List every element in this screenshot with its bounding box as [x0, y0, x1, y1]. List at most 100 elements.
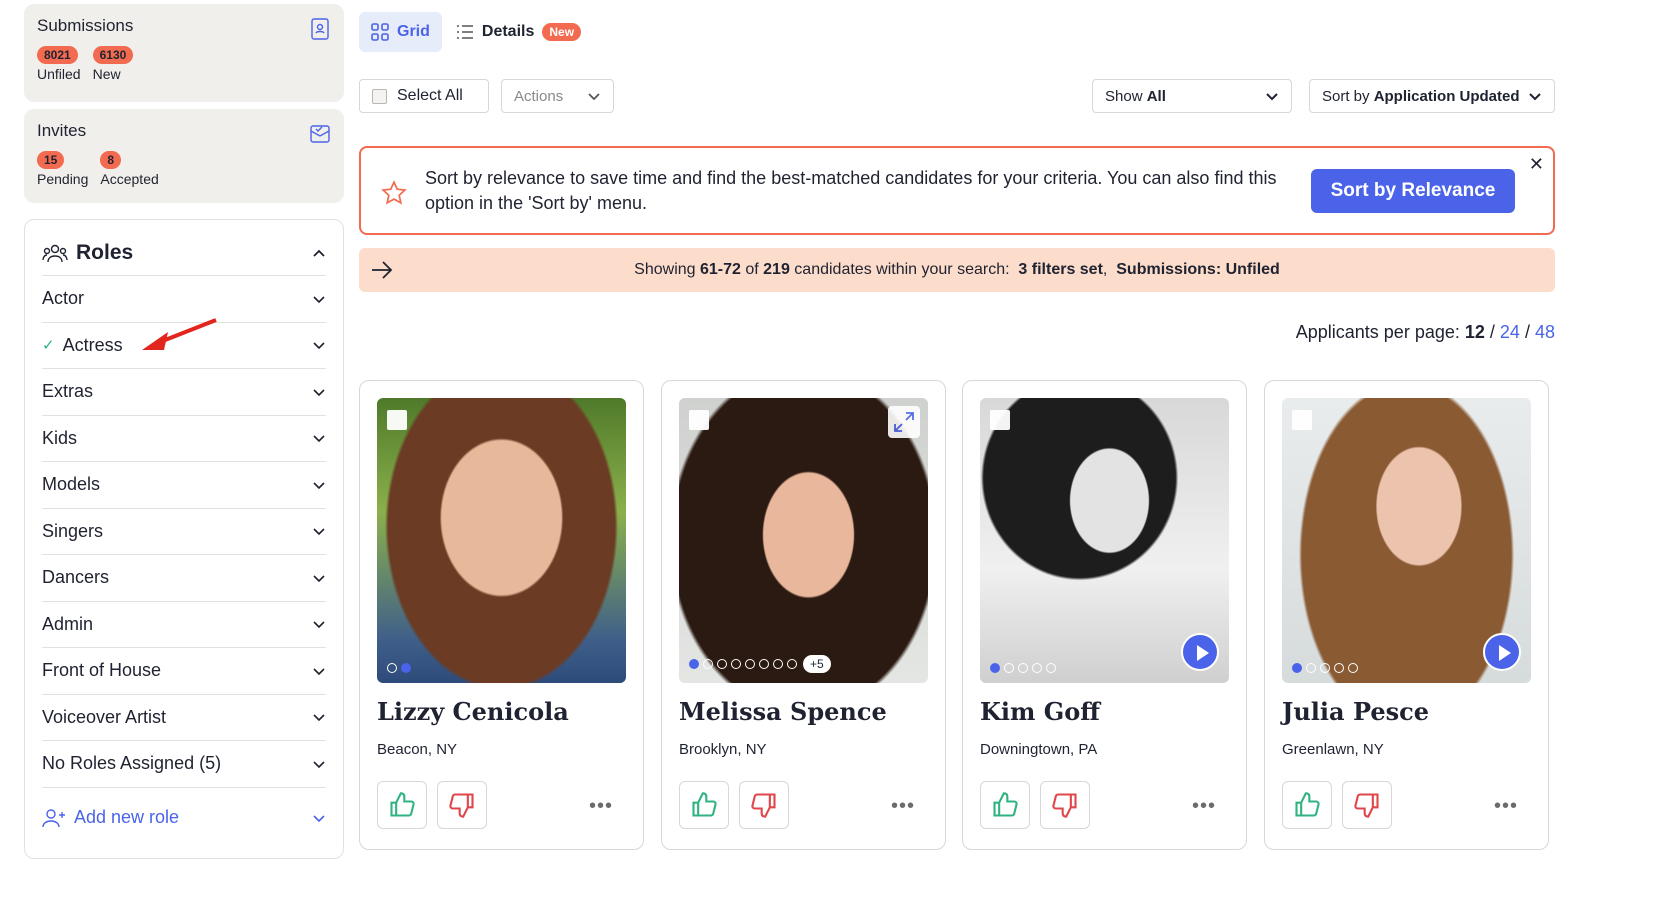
chevron-down-icon[interactable]: [312, 478, 326, 492]
expand-icon[interactable]: [888, 406, 920, 438]
thumbs-down-button[interactable]: [437, 781, 487, 829]
thumbs-up-button[interactable]: [1282, 781, 1332, 829]
sidebar-item-role[interactable]: Models: [42, 462, 326, 509]
candidate-card[interactable]: +5 Melissa Spence Brooklyn, NY •••: [661, 380, 946, 850]
unfiled-stat[interactable]: 8021 Unfiled: [37, 46, 81, 82]
chevron-down-icon[interactable]: [312, 338, 326, 352]
photo-carousel-dots[interactable]: [387, 663, 411, 673]
more-photos-badge[interactable]: +5: [803, 655, 831, 673]
carousel-dot[interactable]: [1292, 663, 1302, 673]
chevron-down-icon[interactable]: [312, 524, 326, 538]
more-options-icon[interactable]: •••: [891, 795, 915, 818]
role-label: Kids: [42, 427, 78, 448]
carousel-dot[interactable]: [745, 659, 755, 669]
sidebar-item-role[interactable]: Singers: [42, 509, 326, 555]
carousel-dot[interactable]: [731, 659, 741, 669]
carousel-dot[interactable]: [387, 663, 397, 673]
carousel-dot[interactable]: [1032, 663, 1042, 673]
carousel-dot[interactable]: [1046, 663, 1056, 673]
carousel-dot[interactable]: [1334, 663, 1344, 673]
photo-carousel-dots[interactable]: +5: [689, 655, 831, 673]
candidate-photo[interactable]: +5: [679, 398, 928, 683]
card-select-checkbox[interactable]: [387, 410, 407, 430]
carousel-dot[interactable]: [1018, 663, 1028, 673]
candidate-name[interactable]: Kim Goff: [980, 697, 1100, 726]
carousel-dot[interactable]: [1306, 663, 1316, 673]
per-page-option-24[interactable]: 24: [1500, 322, 1520, 342]
add-new-role-button[interactable]: Add new role: [42, 788, 326, 848]
actions-label: Actions: [514, 87, 564, 105]
play-video-icon[interactable]: [1181, 633, 1219, 671]
card-select-checkbox[interactable]: [1292, 410, 1312, 430]
pending-stat[interactable]: 15 Pending: [37, 151, 88, 187]
show-filter-dropdown[interactable]: Show All: [1092, 79, 1292, 113]
more-options-icon[interactable]: •••: [589, 795, 613, 818]
card-select-checkbox[interactable]: [990, 410, 1010, 430]
select-all-box[interactable]: [372, 88, 387, 104]
chevron-down-icon[interactable]: [312, 757, 326, 771]
candidate-name[interactable]: Lizzy Cenicola: [377, 697, 569, 726]
chevron-down-icon[interactable]: [312, 710, 326, 724]
candidate-photo[interactable]: [980, 398, 1229, 683]
thumbs-up-button[interactable]: [980, 781, 1030, 829]
close-icon[interactable]: ✕: [1529, 154, 1544, 175]
tab-details[interactable]: Details New: [456, 12, 582, 52]
chevron-down-icon[interactable]: [312, 617, 326, 631]
carousel-dot[interactable]: [759, 659, 769, 669]
accepted-stat[interactable]: 8 Accepted: [100, 151, 159, 187]
candidate-card[interactable]: Lizzy Cenicola Beacon, NY •••: [359, 380, 644, 850]
photo-carousel-dots[interactable]: [990, 663, 1056, 673]
per-page-option-48[interactable]: 48: [1535, 322, 1555, 342]
candidate-name[interactable]: Melissa Spence: [679, 697, 887, 726]
sidebar-item-role[interactable]: Kids: [42, 416, 326, 462]
invites-card[interactable]: Invites 15 Pending 8 Accepted: [24, 109, 344, 203]
thumbs-up-button[interactable]: [377, 781, 427, 829]
carousel-dot[interactable]: [990, 663, 1000, 673]
sort-dropdown[interactable]: Sort by Application Updated: [1309, 79, 1555, 113]
candidate-card[interactable]: Kim Goff Downingtown, PA •••: [962, 380, 1247, 850]
roles-header[interactable]: Roles: [42, 230, 326, 276]
carousel-dot[interactable]: [1004, 663, 1014, 673]
photo-carousel-dots[interactable]: [1292, 663, 1358, 673]
sidebar-item-role[interactable]: Front of House: [42, 648, 326, 695]
carousel-dot[interactable]: [717, 659, 727, 669]
thumbs-up-button[interactable]: [679, 781, 729, 829]
sidebar-item-role[interactable]: No Roles Assigned (5): [42, 741, 326, 788]
sidebar-item-role[interactable]: Voiceover Artist: [42, 695, 326, 741]
thumbs-down-button[interactable]: [1040, 781, 1090, 829]
play-video-icon[interactable]: [1483, 633, 1521, 671]
sidebar-item-role[interactable]: Dancers: [42, 555, 326, 602]
actions-dropdown[interactable]: Actions: [501, 79, 614, 113]
more-options-icon[interactable]: •••: [1192, 795, 1216, 818]
carousel-dot[interactable]: [1320, 663, 1330, 673]
show-value: All: [1146, 87, 1166, 105]
select-all-checkbox[interactable]: Select All: [359, 79, 489, 113]
carousel-dot[interactable]: [1348, 663, 1358, 673]
chevron-down-icon[interactable]: [312, 664, 326, 678]
thumbs-down-button[interactable]: [1342, 781, 1392, 829]
tab-grid[interactable]: Grid: [359, 12, 442, 52]
carousel-dot[interactable]: [773, 659, 783, 669]
carousel-dot[interactable]: [703, 659, 713, 669]
candidate-photo[interactable]: [1282, 398, 1531, 683]
chevron-up-icon[interactable]: [312, 246, 326, 260]
candidate-photo[interactable]: [377, 398, 626, 683]
submissions-card[interactable]: Submissions 8021 Unfiled 6130 New: [24, 4, 344, 102]
more-options-icon[interactable]: •••: [1494, 795, 1518, 818]
sidebar-item-role[interactable]: Admin: [42, 602, 326, 648]
chevron-down-icon[interactable]: [312, 292, 326, 306]
candidate-card[interactable]: Julia Pesce Greenlawn, NY •••: [1264, 380, 1549, 850]
sidebar-item-role[interactable]: Extras: [42, 369, 326, 416]
accepted-count-badge: 8: [100, 151, 122, 169]
chevron-down-icon[interactable]: [312, 385, 326, 399]
carousel-dot[interactable]: [401, 663, 411, 673]
chevron-down-icon[interactable]: [312, 571, 326, 585]
carousel-dot[interactable]: [689, 659, 699, 669]
new-stat[interactable]: 6130 New: [92, 46, 134, 82]
card-select-checkbox[interactable]: [689, 410, 709, 430]
carousel-dot[interactable]: [787, 659, 797, 669]
chevron-down-icon[interactable]: [312, 431, 326, 445]
thumbs-down-button[interactable]: [739, 781, 789, 829]
sort-by-relevance-button[interactable]: Sort by Relevance: [1311, 169, 1515, 213]
candidate-name[interactable]: Julia Pesce: [1282, 697, 1429, 726]
